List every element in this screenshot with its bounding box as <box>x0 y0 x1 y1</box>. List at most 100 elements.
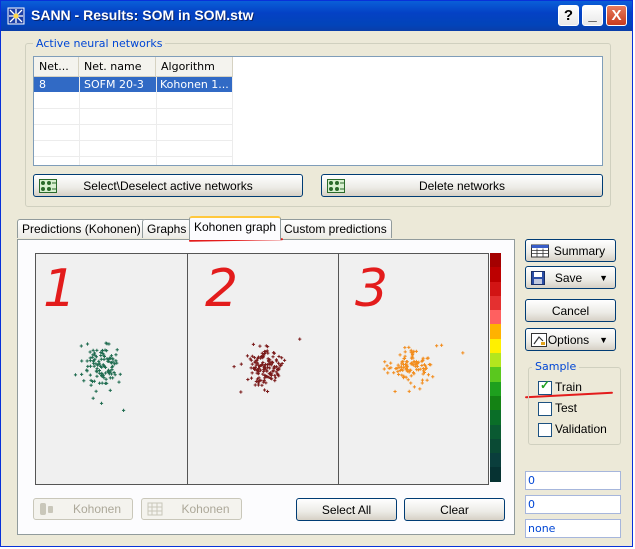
scatter-point <box>88 373 92 377</box>
scatter-point <box>99 401 104 405</box>
scatter-point <box>461 351 465 355</box>
summary-button[interactable]: Summary <box>525 239 616 262</box>
cancel-button[interactable]: Cancel <box>525 299 616 322</box>
grid-line <box>34 124 232 125</box>
tab-graphs[interactable]: Graphs <box>142 219 192 238</box>
scatter-point <box>239 362 243 366</box>
minimize-button[interactable]: _ <box>582 5 603 26</box>
scatter-point <box>397 372 401 377</box>
color-scale-step <box>490 395 501 411</box>
scatter-point <box>298 337 302 341</box>
scatter-point <box>250 362 254 366</box>
networks-list[interactable]: Net... Net. name Algorithm 8 SOFM 20-3 K… <box>33 56 603 166</box>
scatter-point <box>431 375 435 379</box>
scatter-point <box>407 389 411 393</box>
options-button[interactable]: Options ▼ <box>525 328 616 351</box>
scatter-point <box>115 348 119 352</box>
scatter-point <box>407 345 411 349</box>
scatter-point <box>389 366 393 370</box>
tab-kohonen-graph[interactable]: Kohonen graph <box>189 216 282 240</box>
checkbox-train[interactable]: ✓ Train <box>538 377 582 395</box>
annotation-digit-1: 1 <box>43 259 77 319</box>
column-header-net-id[interactable]: Net... <box>34 57 79 77</box>
table-row[interactable]: 8 SOFM 20-3 Kohonen 1... <box>34 77 232 92</box>
checkbox-test[interactable]: Test <box>538 401 577 416</box>
color-scale-step <box>490 467 501 482</box>
title-bar[interactable]: SANN - Results: SOM in SOM.stw ? _ X <box>1 1 632 31</box>
row-net-id: 8 <box>39 78 46 91</box>
scatter-point <box>250 371 254 375</box>
kohonen-grid-icon <box>147 502 163 516</box>
column-header-algorithm[interactable]: Algorithm <box>156 57 233 77</box>
scatter-point <box>406 378 410 382</box>
chevron-down-icon: ▼ <box>599 272 608 283</box>
color-scale-step <box>490 267 501 282</box>
scatter-point <box>418 367 422 371</box>
readout-3: none <box>525 519 621 538</box>
scatter-point <box>253 383 257 387</box>
save-button[interactable]: Save ▼ <box>525 266 616 289</box>
help-button[interactable]: ? <box>558 5 579 26</box>
tab-predictions-kohonen[interactable]: Predictions (Kohonen) <box>17 219 146 238</box>
chevron-down-icon: ▼ <box>599 334 608 345</box>
scatter-point <box>92 364 96 368</box>
scatter-point <box>92 379 96 383</box>
color-scale-step <box>490 424 501 439</box>
color-scale-step <box>490 253 501 268</box>
delete-networks-button[interactable]: Delete networks <box>321 174 603 197</box>
scatter-point <box>86 364 90 369</box>
readout-1: 0 <box>525 471 621 490</box>
scatter-point <box>85 359 89 363</box>
train-checkbox[interactable]: ✓ <box>538 377 552 395</box>
scatter-point <box>415 368 419 372</box>
scatter-point <box>420 378 425 382</box>
scatter-point <box>94 389 98 393</box>
grid-line <box>79 77 80 165</box>
test-checkbox[interactable] <box>538 401 552 416</box>
scatter-point <box>439 343 444 347</box>
select-deselect-networks-button[interactable]: Select\Deselect active networks <box>33 174 303 197</box>
sann-app-icon <box>7 7 25 25</box>
scatter-point <box>260 383 264 387</box>
grid-line <box>34 140 232 141</box>
color-scale-step <box>490 438 501 454</box>
row-algorithm: Kohonen 1... <box>160 78 229 91</box>
scatter-point <box>103 371 108 375</box>
scatter-point <box>108 376 112 380</box>
scatter-point <box>396 363 400 367</box>
select-all-button[interactable]: Select All <box>296 498 397 521</box>
tab-custom-predictions[interactable]: Custom predictions <box>279 219 392 238</box>
grid-line <box>156 77 157 165</box>
color-scale-step <box>490 410 501 425</box>
annotation-digit-2: 2 <box>205 259 239 319</box>
scatter-point <box>409 381 413 385</box>
scatter-point <box>271 355 275 359</box>
scatter-point <box>246 377 250 382</box>
scatter-point <box>265 389 270 394</box>
clear-button[interactable]: Clear <box>404 498 505 521</box>
scatter-point <box>385 364 389 368</box>
scatter-point <box>435 344 439 348</box>
close-button[interactable]: X <box>606 5 627 26</box>
column-header-net-name[interactable]: Net. name <box>79 57 156 77</box>
scatter-point <box>95 348 99 352</box>
scatter-point <box>88 359 92 363</box>
scatter-point <box>409 374 413 378</box>
color-scale-step <box>490 310 501 325</box>
scatter-point <box>249 376 254 380</box>
color-scale-step <box>490 381 501 396</box>
kohonen-button-1[interactable]: Kohonen <box>33 498 133 520</box>
scatter-point <box>420 381 424 385</box>
kohonen-button-2[interactable]: Kohonen <box>141 498 242 520</box>
scatter-point <box>398 353 402 357</box>
scatter-point <box>79 344 83 348</box>
scatter-point <box>282 358 287 362</box>
validation-checkbox[interactable] <box>538 422 552 437</box>
scatter-point <box>239 390 243 394</box>
grid-line <box>232 77 233 165</box>
checkmark-icon: ✓ <box>540 377 551 392</box>
minimize-icon: _ <box>588 7 597 24</box>
scatter-point <box>245 354 250 358</box>
close-icon: X <box>611 7 622 24</box>
checkbox-validation[interactable]: Validation <box>538 422 607 437</box>
